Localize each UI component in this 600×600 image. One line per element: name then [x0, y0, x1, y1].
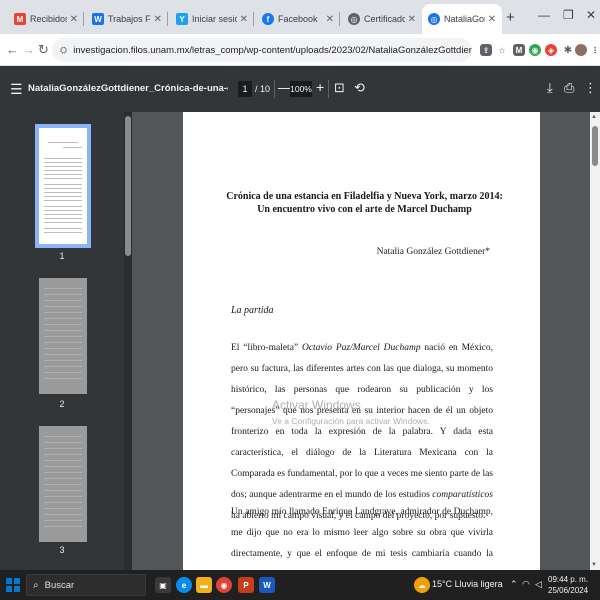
tab-facebook[interactable]: f Facebook ✕ — [256, 4, 340, 34]
sidebar-scrollbar[interactable] — [124, 112, 132, 570]
site-info-icon[interactable]: ⛭ — [60, 45, 67, 56]
bookmark-star-icon[interactable]: ☆ — [496, 44, 508, 56]
word-icon[interactable]: W — [259, 577, 275, 593]
wifi-icon[interactable]: ◠ — [522, 579, 530, 590]
freelance-icon: W — [92, 13, 104, 25]
download-icon[interactable]: ⤓ — [547, 80, 553, 96]
tab-pdf-active[interactable]: ◎ NataliaGonzálezGottd ✕ — [422, 4, 502, 34]
tab-freelance[interactable]: W Trabajos Freelance M ✕ — [86, 4, 168, 34]
chevron-up-icon[interactable]: ⌃ — [510, 579, 518, 590]
document-author: Natalia González Gottdiener* — [376, 247, 490, 257]
close-icon[interactable]: ✕ — [240, 14, 248, 25]
page-number-input[interactable]: 1 — [238, 81, 252, 97]
page-thumbnail-1[interactable] — [35, 124, 91, 248]
tab-title: NataliaGonzálezGottd — [444, 14, 485, 24]
close-icon[interactable]: ✕ — [70, 14, 78, 25]
zoom-level-input[interactable]: 100% — [290, 81, 312, 97]
sidebar-scroll-thumb[interactable] — [125, 116, 131, 256]
windows-start-icon[interactable] — [6, 578, 20, 592]
windows-taskbar: ⌕ Buscar ▣ e ▬ ◉ P W ☁ 15°C Lluvia liger… — [0, 570, 600, 600]
activate-windows-subtitle: Ve a Configuración para activar Windows. — [272, 416, 430, 426]
new-tab-button[interactable]: + — [506, 9, 515, 26]
toolbar-divider — [328, 80, 329, 98]
zoom-in-icon[interactable]: + — [316, 79, 324, 95]
login-icon: Y — [176, 13, 188, 25]
chrome-icon[interactable]: ◉ — [216, 577, 232, 593]
page-thumbnail-2[interactable] — [39, 278, 87, 394]
thumbnail-page-number: 2 — [59, 399, 65, 409]
thumbnail-page-number: 1 — [59, 251, 65, 261]
extension-green-icon[interactable]: ◉ — [529, 44, 541, 56]
more-options-icon[interactable]: ⋮ — [584, 80, 597, 96]
search-icon: ⌕ — [33, 579, 39, 591]
reload-icon[interactable]: ↻ — [38, 42, 49, 58]
volume-icon[interactable]: ◁ — [535, 579, 542, 590]
clock-time: 09:44 p. m. — [548, 575, 589, 584]
page-total: / 10 — [255, 84, 271, 94]
document-scrollbar[interactable]: ▲ ▼ — [590, 112, 600, 570]
document-title: Crónica de una estancia en Filadelfia y … — [226, 191, 503, 215]
extensions-puzzle-icon[interactable]: ✱ — [562, 44, 574, 56]
document-scroll-thumb[interactable] — [592, 126, 598, 166]
tab-title: Iniciar sesión para co — [192, 14, 237, 24]
weather-icon: ☁ — [414, 577, 430, 593]
pdf-toolbar: ☰ NataliaGonzálezGottdiener_Crónica-de-u… — [0, 66, 600, 112]
search-placeholder: Buscar — [44, 579, 75, 591]
restore-icon[interactable]: ❐ — [563, 8, 574, 22]
taskbar-clock[interactable]: 09:44 p. m. 25/06/2024 — [548, 574, 588, 596]
extension-m-icon[interactable]: M — [513, 44, 525, 56]
address-bar[interactable]: ⛭ investigacion.filos.unam.mx/letras_com… — [52, 38, 472, 62]
facebook-icon: f — [262, 13, 274, 25]
kebab-menu-icon[interactable]: ⋮ — [589, 44, 600, 56]
fit-page-icon[interactable]: ⊡ — [334, 80, 345, 96]
gmail-icon: M — [14, 13, 26, 25]
edge-icon[interactable]: e — [176, 577, 192, 593]
taskbar-search[interactable]: ⌕ Buscar — [26, 574, 146, 596]
tab-strip: M Recibidos (14) - natal ✕ W Trabajos Fr… — [0, 0, 600, 34]
browser-toolbar: ← → ↻ ⛭ investigacion.filos.unam.mx/letr… — [0, 34, 600, 66]
scroll-up-icon[interactable]: ▲ — [591, 114, 597, 120]
globe-icon: ◎ — [428, 13, 440, 25]
pdf-filename: NataliaGonzálezGottdiener_Crónica-de-una… — [28, 83, 228, 94]
tab-title: Trabajos Freelance M — [108, 14, 151, 24]
back-icon[interactable]: ← — [6, 42, 19, 57]
close-icon[interactable]: ✕ — [326, 14, 334, 25]
hamburger-menu-icon[interactable]: ☰ — [10, 81, 23, 98]
page-thumbnail-3[interactable] — [39, 426, 87, 542]
paragraph-1: El “libro-maleta” Octavio Paz/Marcel Duc… — [231, 343, 493, 521]
avatar[interactable] — [575, 44, 587, 56]
powerpoint-icon[interactable]: P — [238, 577, 254, 593]
close-icon[interactable]: ✕ — [154, 14, 162, 25]
file-explorer-icon[interactable]: ▬ — [196, 577, 212, 593]
close-icon[interactable]: ✕ — [488, 14, 496, 25]
tab-title: Certificado Anáhuac — [364, 14, 405, 24]
clock-date: 25/06/2024 — [548, 586, 589, 595]
tab-title: Recibidos (14) - natal — [30, 14, 67, 24]
scroll-down-icon[interactable]: ▼ — [591, 562, 597, 568]
globe-icon: ◎ — [348, 13, 360, 25]
task-view-icon[interactable]: ▣ — [155, 577, 171, 593]
pdf-page: Crónica de una estancia en Filadelfia y … — [183, 112, 540, 582]
forward-icon[interactable]: → — [22, 42, 35, 57]
extension-red-icon[interactable]: ◈ — [545, 44, 557, 56]
print-icon[interactable]: ⎙ — [564, 80, 574, 96]
tab-title: Facebook — [278, 14, 318, 24]
section-heading: La partida — [231, 305, 274, 316]
close-icon[interactable]: ✕ — [408, 14, 416, 25]
thumbnail-sidebar: 1 2 3 — [0, 112, 124, 570]
tab-gmail[interactable]: M Recibidos (14) - natal ✕ — [8, 4, 84, 34]
toolbar-divider — [274, 80, 275, 98]
tab-login[interactable]: Y Iniciar sesión para co ✕ — [170, 4, 254, 34]
url-text: investigacion.filos.unam.mx/letras_comp/… — [73, 44, 472, 56]
activate-windows-title: Activar Windows — [272, 398, 361, 412]
tab-certificado[interactable]: ◎ Certificado Anáhuac ✕ — [342, 4, 422, 34]
thumbnail-page-number: 3 — [59, 545, 65, 555]
weather-text[interactable]: 15°C Lluvia ligera — [432, 579, 503, 589]
minimize-icon[interactable]: — — [538, 8, 550, 22]
close-window-icon[interactable]: ✕ — [586, 8, 596, 22]
rotate-icon[interactable]: ⟲ — [354, 80, 365, 96]
share-icon[interactable]: ⇪ — [480, 44, 492, 56]
